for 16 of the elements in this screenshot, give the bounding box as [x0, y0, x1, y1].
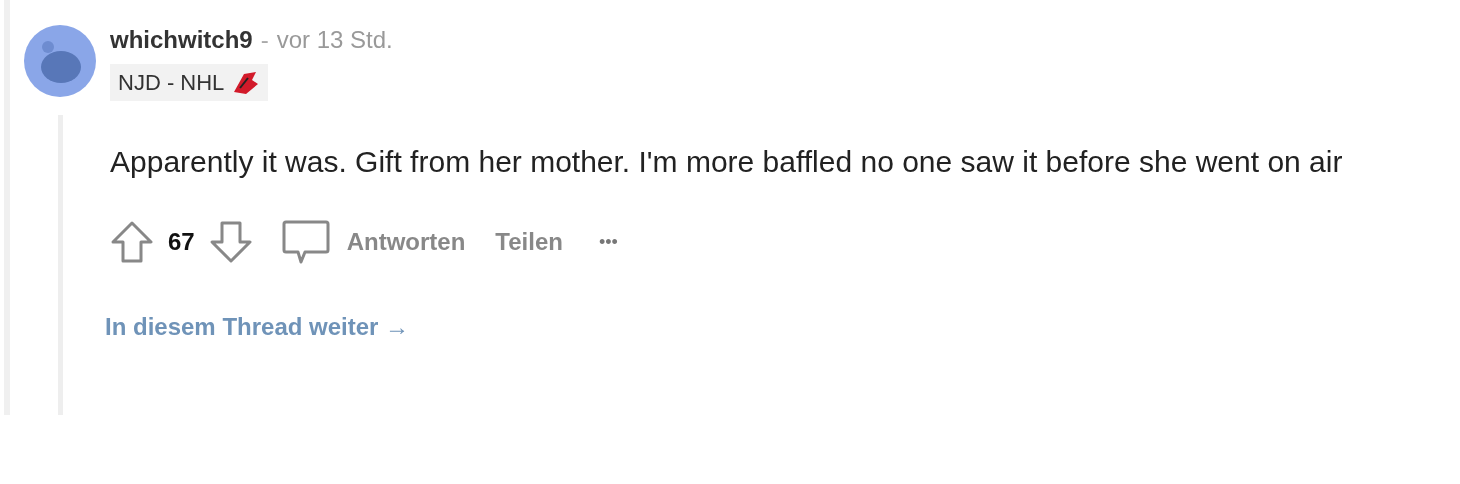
upvote-icon — [110, 220, 154, 264]
comment-bubble-icon — [280, 219, 331, 265]
share-button[interactable]: Teilen — [495, 224, 563, 260]
continue-thread-link[interactable]: In diesem Thread weiter → — [105, 309, 1440, 345]
reply-button[interactable]: Antworten — [280, 219, 466, 265]
username[interactable]: whichwitch9 — [110, 22, 253, 58]
upvote-button[interactable] — [110, 220, 154, 264]
comment-body: Apparently it was. Gift from her mother. I'm more baffled no one saw it before she went on air — [110, 144, 1344, 180]
separator: - — [260, 25, 269, 55]
vote-score: 67 — [168, 227, 195, 257]
downvote-button[interactable] — [208, 220, 253, 264]
downvote-icon — [208, 220, 253, 264]
timestamp: vor 13 Std. — [276, 25, 393, 55]
flair-text: NJD - NHL — [118, 69, 225, 97]
more-options-button[interactable]: ••• — [598, 228, 618, 256]
avatar-icon — [24, 25, 96, 97]
